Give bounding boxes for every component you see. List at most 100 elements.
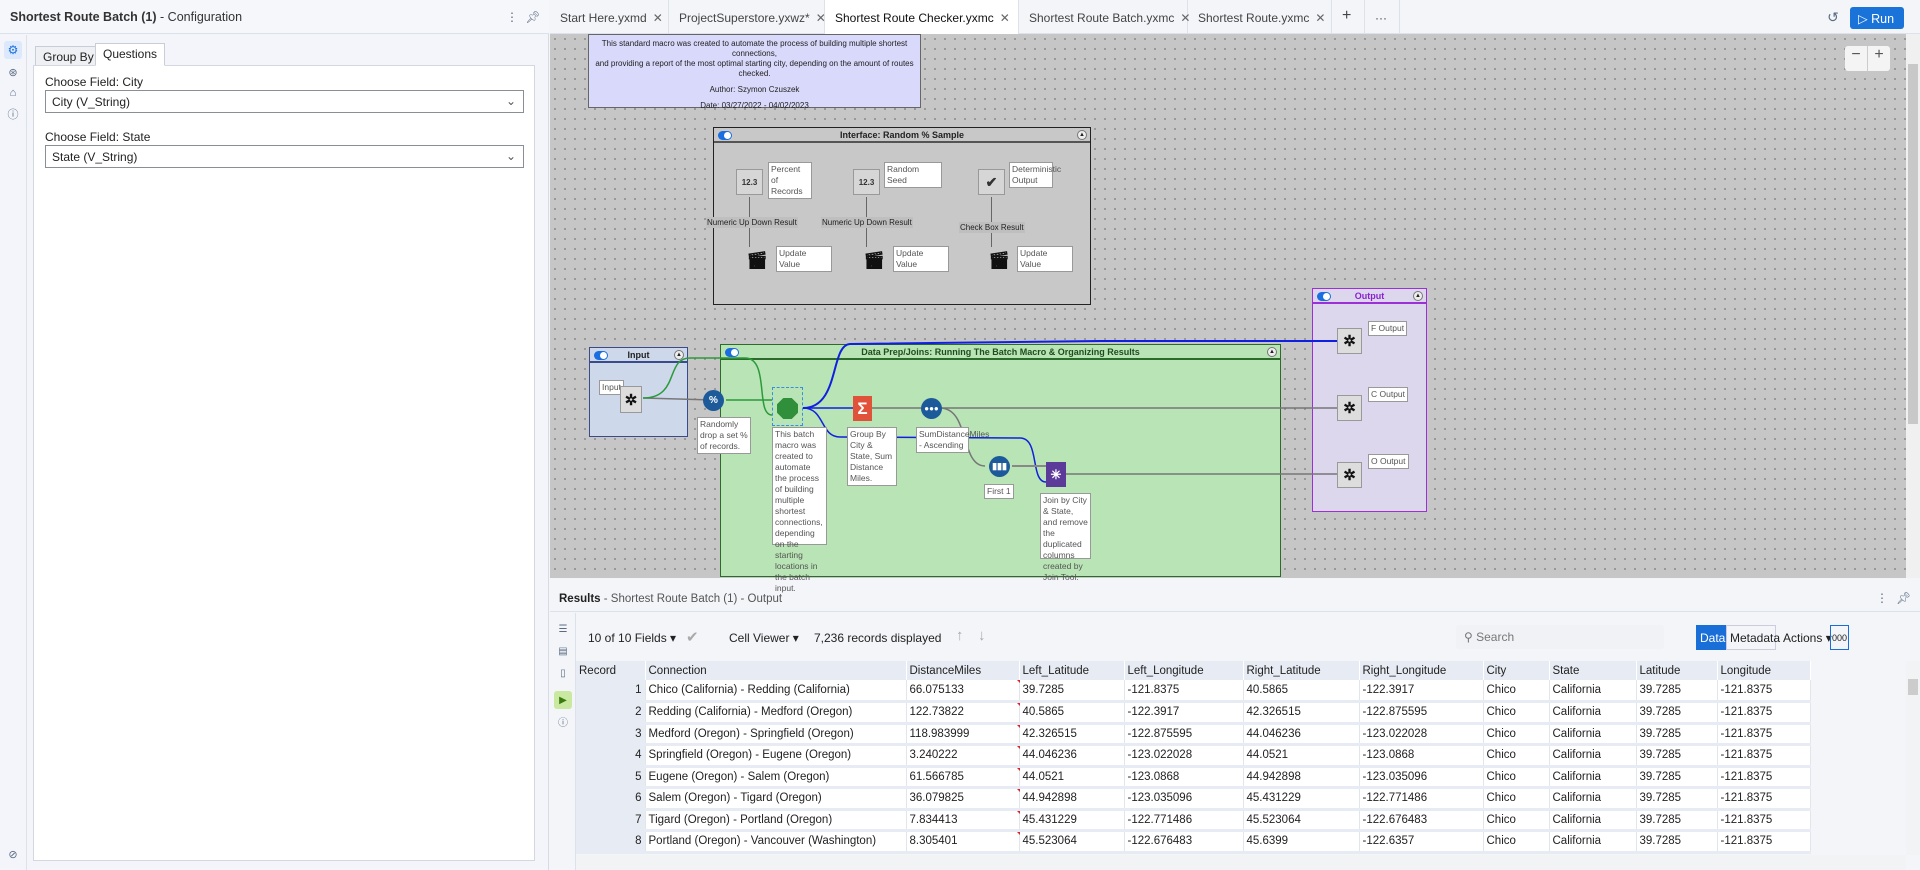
- table-cell[interactable]: 36.079825: [906, 787, 1021, 811]
- tab-questions[interactable]: Questions: [95, 43, 166, 66]
- table-row[interactable]: 2 Redding (California) - Medford (Oregon)…: [576, 701, 1811, 725]
- tag-icon[interactable]: ⌂: [4, 84, 22, 102]
- table-cell[interactable]: 8: [576, 830, 646, 854]
- container-toggle[interactable]: [594, 351, 608, 360]
- results-vertical-scrollbar[interactable]: [1906, 661, 1920, 855]
- close-icon[interactable]: ✕: [1315, 11, 1325, 25]
- workflow-comment[interactable]: This standard macro was created to autom…: [588, 34, 921, 110]
- table-cell[interactable]: Tigard (Oregon) - Portland (Oregon): [645, 809, 907, 832]
- history-icon[interactable]: ↺: [1824, 8, 1842, 26]
- tab-group-by[interactable]: Group By: [35, 46, 102, 66]
- tab-shortest-route-checker[interactable]: Shortest Route Checker.yxmc ✕: [825, 0, 1019, 34]
- table-cell[interactable]: -121.8375: [1717, 701, 1811, 725]
- table-cell[interactable]: Chico: [1483, 744, 1550, 768]
- table-cell[interactable]: 7.834413: [906, 809, 1021, 832]
- table-cell[interactable]: 40.5865: [1019, 701, 1125, 725]
- batch-macro-icon[interactable]: [777, 398, 798, 419]
- gear-icon[interactable]: ⚙: [4, 41, 22, 59]
- table-cell[interactable]: California: [1549, 830, 1637, 854]
- arrow-up-icon[interactable]: ↑: [956, 627, 964, 644]
- table-cell[interactable]: -122.875595: [1359, 701, 1484, 725]
- pin-icon[interactable]: 📌︎: [525, 8, 540, 26]
- panel-icon[interactable]: ▯: [554, 665, 572, 681]
- column-header[interactable]: Left_Longitude: [1124, 661, 1244, 680]
- table-cell[interactable]: 39.7285: [1636, 830, 1718, 854]
- tab-start-here[interactable]: Start Here.yxmd ✕: [550, 0, 669, 34]
- cell-format-button[interactable]: 000: [1830, 625, 1849, 650]
- table-cell[interactable]: Chico (California) - Redding (California…: [645, 680, 907, 703]
- table-icon[interactable]: ▤: [554, 643, 572, 659]
- table-cell[interactable]: California: [1549, 766, 1637, 789]
- table-cell[interactable]: Salem (Oregon) - Tigard (Oregon): [645, 787, 907, 811]
- column-header[interactable]: Right_Longitude: [1359, 661, 1484, 680]
- results-horizontal-scrollbar[interactable]: [576, 855, 1906, 870]
- macro-output-icon[interactable]: ✲: [1337, 395, 1362, 421]
- table-cell[interactable]: Chico: [1483, 723, 1550, 746]
- table-cell[interactable]: 40.5865: [1243, 680, 1360, 703]
- table-cell[interactable]: 39.7285: [1636, 744, 1718, 768]
- table-cell[interactable]: Portland (Oregon) - Vancouver (Washingto…: [645, 830, 907, 854]
- action-tool-icon[interactable]: 🎬︎: [746, 247, 768, 274]
- action-tool-icon[interactable]: 🎬︎: [863, 247, 885, 274]
- action-tool-icon[interactable]: 🎬︎: [988, 247, 1010, 274]
- column-header[interactable]: Longitude: [1717, 661, 1811, 680]
- column-header[interactable]: DistanceMiles: [906, 661, 1020, 680]
- numeric-up-down-tool-icon[interactable]: 12.3: [853, 169, 880, 195]
- table-cell[interactable]: -122.875595: [1124, 723, 1244, 746]
- fields-dropdown[interactable]: 10 of 10 Fields ▾: [588, 631, 676, 645]
- actions-dropdown[interactable]: Actions ▾: [1783, 631, 1832, 645]
- table-cell[interactable]: 39.7285: [1019, 680, 1125, 703]
- data-button[interactable]: Data: [1696, 625, 1726, 650]
- pin-icon[interactable]: 📌︎: [1896, 591, 1911, 605]
- more-options-icon[interactable]: ⋮: [505, 8, 519, 26]
- table-cell[interactable]: 2: [576, 701, 646, 725]
- tab-project-superstore[interactable]: ProjectSuperstore.yxwz* ✕: [669, 0, 826, 34]
- table-cell[interactable]: 44.0521: [1243, 744, 1360, 768]
- table-cell[interactable]: Chico: [1483, 830, 1550, 854]
- column-header[interactable]: Record: [576, 661, 646, 680]
- zoom-out-button[interactable]: −: [1845, 46, 1868, 71]
- canvas-vertical-scrollbar[interactable]: [1906, 34, 1920, 578]
- table-cell[interactable]: California: [1549, 744, 1637, 768]
- table-cell[interactable]: -122.3917: [1359, 680, 1484, 703]
- macro-output-icon[interactable]: ✲: [1337, 462, 1362, 488]
- table-cell[interactable]: Chico: [1483, 809, 1550, 832]
- numeric-up-down-tool-icon[interactable]: 12.3: [736, 169, 763, 195]
- table-cell[interactable]: -122.771486: [1359, 787, 1484, 811]
- table-cell[interactable]: 8.305401: [906, 830, 1021, 854]
- state-field-select[interactable]: State (V_String) ⌄: [45, 145, 524, 168]
- metadata-button[interactable]: Metadata: [1726, 625, 1780, 650]
- table-cell[interactable]: Chico: [1483, 701, 1550, 725]
- table-cell[interactable]: Springfield (Oregon) - Eugene (Oregon): [645, 744, 907, 768]
- table-cell[interactable]: 3.240222: [906, 744, 1021, 768]
- table-cell[interactable]: Eugene (Oregon) - Salem (Oregon): [645, 766, 907, 789]
- table-cell[interactable]: 66.075133: [906, 680, 1021, 703]
- table-row[interactable]: 1 Chico (California) - Redding (Californi…: [576, 680, 1811, 703]
- table-cell[interactable]: -123.035096: [1124, 787, 1244, 811]
- table-cell[interactable]: 39.7285: [1636, 680, 1718, 703]
- sample-first-tool-icon[interactable]: ▮▮▮: [989, 456, 1010, 477]
- table-cell[interactable]: -121.8375: [1717, 744, 1811, 768]
- add-tab-button[interactable]: +: [1332, 0, 1365, 34]
- table-cell[interactable]: Redding (California) - Medford (Oregon): [645, 701, 907, 725]
- check-circle-icon[interactable]: ⊘: [4, 845, 22, 863]
- close-icon[interactable]: ✕: [1000, 11, 1010, 25]
- table-cell[interactable]: Chico: [1483, 787, 1550, 811]
- table-cell[interactable]: -122.3917: [1124, 701, 1244, 725]
- table-row[interactable]: 6 Salem (Oregon) - Tigard (Oregon) 36.0798…: [576, 787, 1811, 811]
- collapse-icon[interactable]: ▲: [1413, 291, 1423, 301]
- tab-shortest-route-batch[interactable]: Shortest Route Batch.yxmc ✕: [1019, 0, 1190, 34]
- table-cell[interactable]: 7: [576, 809, 646, 832]
- table-cell[interactable]: -122.676483: [1124, 830, 1244, 854]
- more-options-icon[interactable]: ⋮: [1876, 591, 1888, 605]
- table-cell[interactable]: 42.326515: [1243, 701, 1360, 725]
- table-cell[interactable]: 44.942898: [1243, 766, 1360, 789]
- table-row[interactable]: 8 Portland (Oregon) - Vancouver (Washingt…: [576, 830, 1811, 854]
- table-cell[interactable]: 5: [576, 766, 646, 789]
- table-cell[interactable]: 1: [576, 680, 646, 703]
- table-cell[interactable]: 45.6399: [1243, 830, 1360, 854]
- help-icon[interactable]: ⓘ: [4, 105, 22, 123]
- table-cell[interactable]: 122.73822: [906, 701, 1021, 725]
- column-header[interactable]: City: [1483, 661, 1550, 680]
- table-row[interactable]: 7 Tigard (Oregon) - Portland (Oregon) 7.83…: [576, 809, 1811, 832]
